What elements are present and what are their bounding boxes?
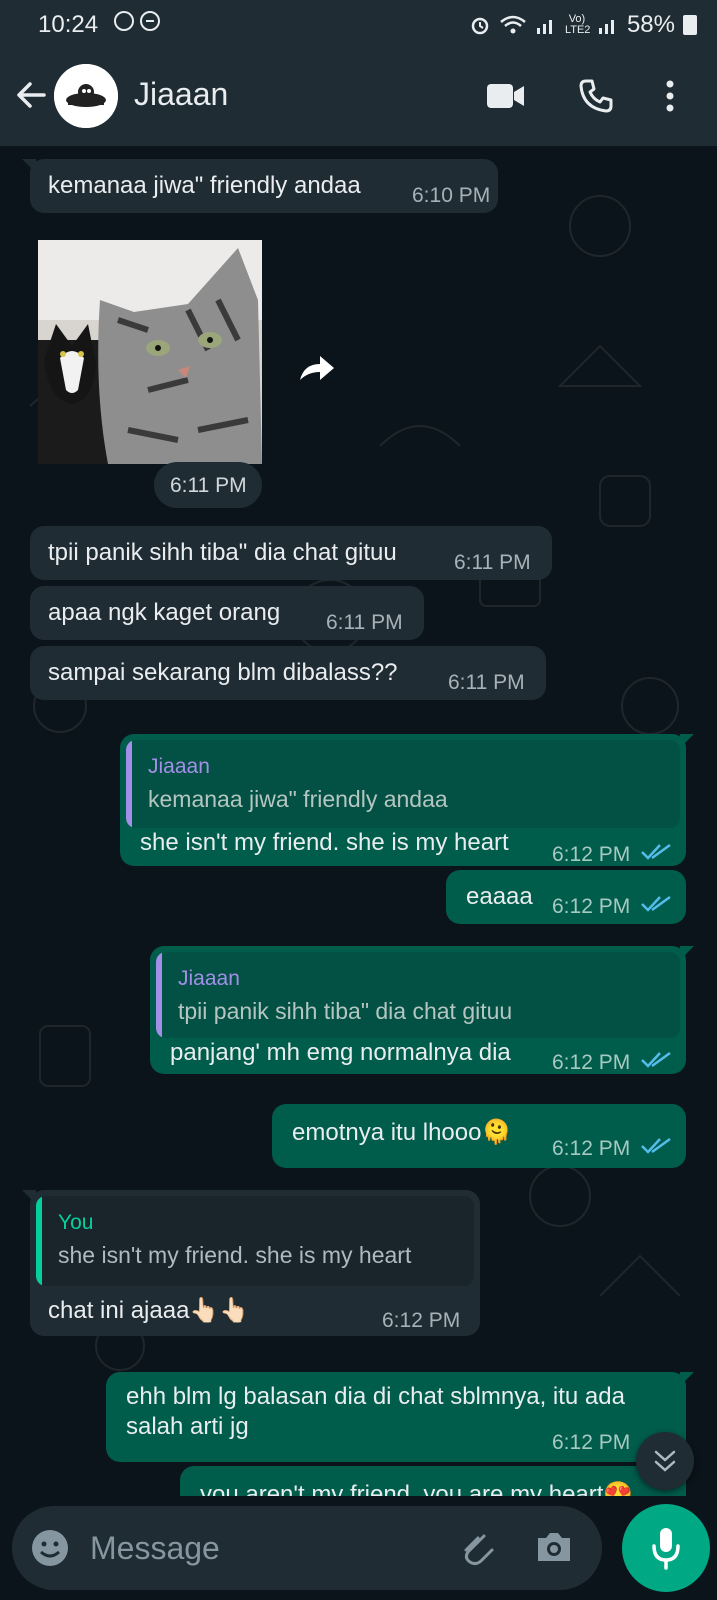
message-time: 6:12 PM <box>552 895 631 918</box>
message-text: she isn't my friend. she is my heart <box>140 829 509 856</box>
avatar-image <box>54 64 118 128</box>
chat-area[interactable]: kemanaa jiwa" friendly andaa 6:10 PM 6:1… <box>0 146 717 1496</box>
read-ticks-icon <box>641 843 671 860</box>
quote-text: she isn't my friend. she is my heart <box>58 1242 412 1268</box>
camera-button[interactable] <box>534 1530 574 1569</box>
signal-icon <box>536 20 552 34</box>
read-ticks-icon <box>641 1051 671 1068</box>
message-text: chat ini ajaaa👆🏻👆🏻 <box>48 1297 250 1324</box>
camera-icon <box>538 1533 570 1561</box>
microphone-icon <box>652 1528 680 1570</box>
quote-bar <box>126 740 132 828</box>
message-text: apaa ngk kaget orang <box>48 599 281 626</box>
status-right-icons: Vo) LTE2 58% <box>469 11 697 39</box>
message-text: tpii panik sihh tiba" dia chat gituu <box>48 539 397 566</box>
message-text: sampai sekarang blm dibalass?? <box>48 659 398 686</box>
message-time: 6:12 PM <box>382 1309 461 1332</box>
alarm-icon <box>471 17 489 35</box>
message-time: 6:11 PM <box>170 474 247 497</box>
chat-header: Jiaaan <box>0 50 717 146</box>
video-call-button[interactable] <box>486 82 526 115</box>
quoted-message[interactable]: Jiaaan kemanaa jiwa" friendly andaa <box>126 740 680 828</box>
forward-icon <box>300 356 334 380</box>
contact-avatar[interactable] <box>54 64 118 128</box>
outgoing-message[interactable]: emotnya itu lhooo🫠 6:12 PM <box>272 1104 686 1168</box>
message-time: 6:11 PM <box>326 611 403 634</box>
outgoing-message[interactable]: eaaaa 6:12 PM <box>446 870 686 924</box>
message-text: panjang' mh emg normalnya dia <box>170 1039 511 1066</box>
read-ticks-icon <box>641 1137 671 1154</box>
wifi-icon <box>500 15 526 34</box>
message-time: 6:12 PM <box>552 1137 631 1160</box>
message-time: 6:12 PM <box>552 843 631 866</box>
paperclip-icon <box>464 1534 494 1566</box>
outgoing-message[interactable]: Jiaaan tpii panik sihh tiba" dia chat gi… <box>150 946 694 1074</box>
video-call-icon <box>487 84 524 108</box>
status-time: 10:24 <box>38 11 99 38</box>
forward-button[interactable] <box>296 354 336 389</box>
network-label: Vo) LTE2 <box>564 13 591 36</box>
message-text: kemanaa jiwa" friendly andaa <box>48 172 361 199</box>
incoming-message[interactable]: apaa ngk kaget orang 6:11 PM <box>30 586 424 640</box>
quote-bar <box>156 952 162 1038</box>
message-placeholder: Message <box>90 1530 220 1566</box>
whatsapp-notification-icon <box>114 11 134 31</box>
signal-icon-2 <box>598 20 614 34</box>
message-time: 6:12 PM <box>552 1051 631 1074</box>
attach-button[interactable] <box>458 1528 498 1573</box>
quote-sender: Jiaaan <box>178 967 240 990</box>
status-left-icons <box>114 11 160 31</box>
outgoing-message[interactable]: Jiaaan kemanaa jiwa" friendly andaa she … <box>120 734 694 866</box>
battery-icon <box>683 15 697 35</box>
incoming-message[interactable]: sampai sekarang blm dibalass?? 6:11 PM <box>30 646 546 700</box>
incoming-message[interactable]: You she isn't my friend. she is my heart… <box>22 1190 480 1336</box>
image-time-pill: 6:11 PM <box>154 462 262 508</box>
quoted-message[interactable]: Jiaaan tpii panik sihh tiba" dia chat gi… <box>156 952 680 1038</box>
incoming-message[interactable]: tpii panik sihh tiba" dia chat gituu 6:1… <box>30 526 552 580</box>
incoming-message[interactable]: kemanaa jiwa" friendly andaa 6:10 PM <box>22 159 498 213</box>
quote-text: kemanaa jiwa" friendly andaa <box>148 786 448 812</box>
quoted-message[interactable]: You she isn't my friend. she is my heart <box>36 1196 474 1286</box>
message-time: 6:11 PM <box>454 551 531 574</box>
emoji-button[interactable] <box>30 1528 70 1573</box>
composer-bar: Message <box>0 1496 717 1600</box>
outgoing-message[interactable]: you aren't my friend. you are my heart😍 <box>180 1466 686 1496</box>
battery-percent: 58% <box>626 11 675 38</box>
more-vertical-icon <box>666 80 674 112</box>
status-bar: 10:24 Vo) LTE2 58% <box>0 0 717 50</box>
quote-sender: You <box>58 1211 94 1234</box>
do-not-disturb-icon <box>140 11 160 31</box>
message-time: 6:10 PM <box>412 184 491 207</box>
quote-text: tpii panik sihh tiba" dia chat gituu <box>178 998 513 1024</box>
message-time: 6:11 PM <box>448 671 525 694</box>
scroll-to-bottom-button[interactable] <box>636 1432 694 1490</box>
emoji-icon <box>32 1530 68 1566</box>
cat-photo[interactable] <box>38 240 262 464</box>
arrow-left-icon <box>17 82 46 108</box>
quote-bar <box>36 1196 42 1286</box>
voice-message-button[interactable] <box>622 1504 710 1592</box>
back-button[interactable] <box>14 78 48 117</box>
double-chevron-down-icon <box>654 1450 676 1472</box>
incoming-image-message[interactable] <box>38 240 262 464</box>
quote-sender: Jiaaan <box>148 755 210 778</box>
voice-call-button[interactable] <box>578 78 614 119</box>
message-text: emotnya itu lhooo🫠 <box>292 1119 512 1146</box>
outgoing-message[interactable]: ehh blm lg balasan dia di chat sblmnya, … <box>106 1372 694 1462</box>
read-ticks-icon <box>641 895 671 912</box>
message-input[interactable]: Message <box>12 1506 602 1590</box>
more-options-button[interactable] <box>664 80 676 117</box>
message-time: 6:12 PM <box>552 1431 631 1454</box>
phone-icon <box>579 79 613 113</box>
message-text: you aren't my friend. you are my heart😍 <box>200 1481 634 1496</box>
message-text: eaaaa <box>466 883 533 910</box>
contact-name[interactable]: Jiaaan <box>134 76 228 113</box>
